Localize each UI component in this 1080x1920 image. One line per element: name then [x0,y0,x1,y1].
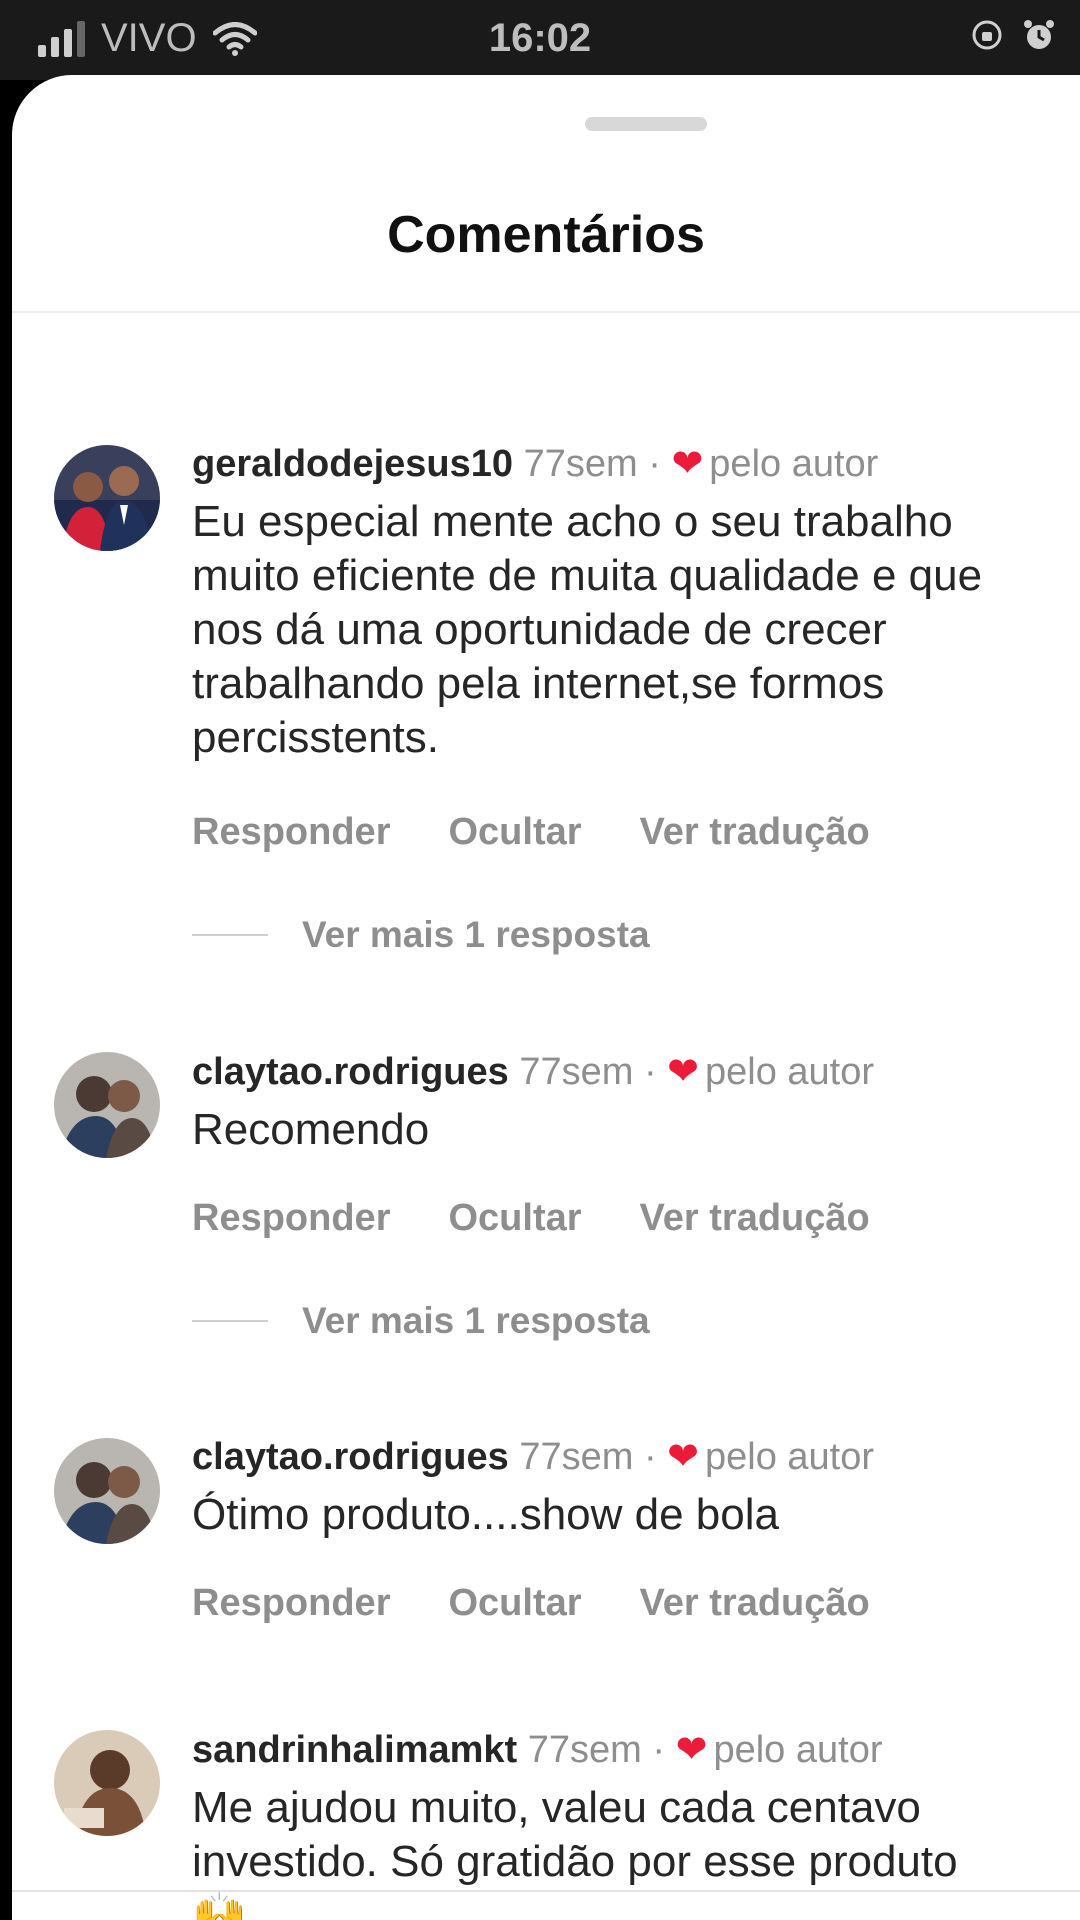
comment-time: 77sem [523,443,638,485]
hide-button[interactable]: Ocultar [448,1582,581,1625]
view-more-replies-label[interactable]: Ver mais 1 resposta [302,1300,650,1342]
liked-by-label: pelo autor [705,1436,875,1478]
sheet-title: Comentários [387,206,705,264]
comment-username[interactable]: geraldodejesus10 [192,443,513,485]
separator-dot: · [643,1051,657,1093]
heart-icon: ❤ [667,1436,700,1478]
comment-actions: Responder Ocultar Ver tradução [192,1197,870,1240]
comment-text: Ótimo produto....show de bola [192,1490,779,1539]
comment-username[interactable]: sandrinhalimamkt [192,1729,517,1771]
comment-time: 77sem [527,1729,642,1771]
raising-hands-emoji: 🙌 [192,1891,247,1920]
comment-username[interactable]: claytao.rodrigues [192,1051,509,1093]
comment-text: Me ajudou muito, valeu cada centavo inve… [192,1781,1062,1920]
status-right [970,18,1056,52]
liked-by-label: pelo autor [713,1729,883,1771]
see-translation-button[interactable]: Ver tradução [640,1582,870,1625]
reply-button[interactable]: Responder [192,1197,390,1240]
comment-username[interactable]: claytao.rodrigues [192,1436,509,1478]
avatar[interactable] [54,1730,160,1836]
replies-line [192,934,268,936]
comment-header: claytao.rodrigues 77sem · ❤ pelo autor [192,1049,1080,1095]
comment-text: Eu especial mente acho o seu trabalho mu… [192,497,983,762]
sheet-drag-handle[interactable] [585,117,707,131]
comment-text-content: Me ajudou muito, valeu cada centavo inve… [192,1783,958,1886]
view-more-replies[interactable]: Ver mais 1 resposta [192,914,650,956]
comment-time: 77sem [519,1051,634,1093]
comment-header: claytao.rodrigues 77sem · ❤ pelo autor [192,1434,1080,1480]
liked-by-label: pelo autor [705,1051,875,1093]
reply-button[interactable]: Responder [192,1582,390,1625]
reply-button[interactable]: Responder [192,811,390,854]
separator-dot: · [648,443,661,485]
comment-body: claytao.rodrigues 77sem · ❤ pelo autor Ót… [192,1434,1080,1542]
separator-dot: · [652,1729,666,1771]
hide-button[interactable]: Ocultar [448,1197,581,1240]
header-divider [12,311,1080,313]
comment-actions: Responder Ocultar Ver tradução [192,1582,870,1625]
comment-body: geraldodejesus10 77sem · ❤ pelo autor Eu … [192,441,1080,765]
comment-time: 77sem [519,1436,634,1478]
comment-header: geraldodejesus10 77sem · ❤ pelo autor [192,441,1080,487]
comment-actions: Responder Ocultar Ver tradução [192,811,870,854]
avatar[interactable] [54,445,160,551]
alarm-icon [1024,20,1054,49]
avatar[interactable] [54,1052,160,1158]
bottom-divider [12,1890,1080,1892]
hide-button[interactable]: Ocultar [448,811,581,854]
comment-text: Recomendo [192,1105,430,1154]
replies-line [192,1320,268,1322]
comment-body: claytao.rodrigues 77sem · ❤ pelo autor Re… [192,1049,1080,1157]
see-translation-button[interactable]: Ver tradução [640,811,870,854]
view-more-replies[interactable]: Ver mais 1 resposta [192,1300,650,1342]
separator-dot: · [643,1436,657,1478]
view-more-replies-label[interactable]: Ver mais 1 resposta [302,914,650,956]
orientation-lock-icon [972,20,1002,50]
comment-header: sandrinhalimamkt 77sem · ❤ pelo autor [192,1727,1080,1773]
avatar[interactable] [54,1438,160,1544]
comments-sheet: Comentários geraldodejesus10 77sem · ❤ pe… [12,75,1080,1920]
heart-icon: ❤ [667,1051,700,1093]
liked-by-label: pelo autor [709,443,879,485]
status-bar: VIVO 16:02 [0,0,1080,80]
heart-icon: ❤ [671,443,704,485]
see-translation-button[interactable]: Ver tradução [640,1197,870,1240]
heart-icon: ❤ [675,1729,708,1771]
status-time: 16:02 [488,16,592,60]
